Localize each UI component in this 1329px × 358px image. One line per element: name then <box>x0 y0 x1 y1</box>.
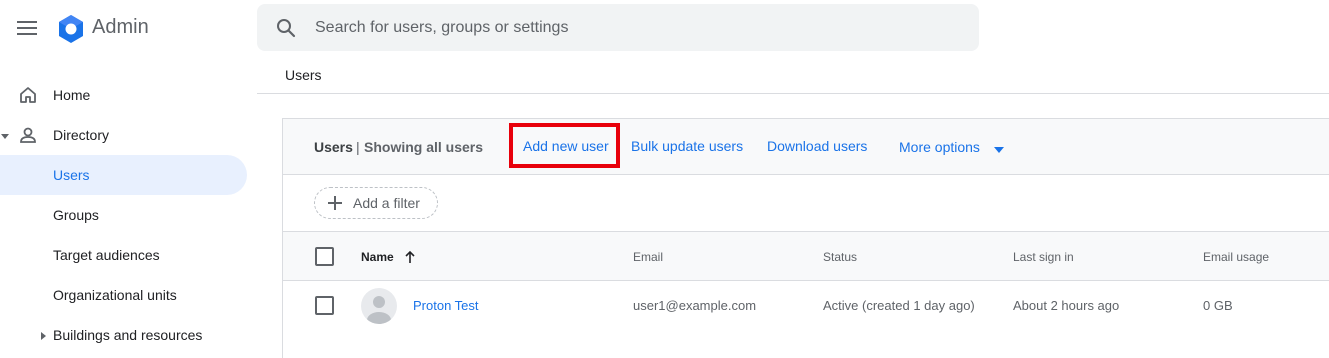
add-filter-label: Add a filter <box>353 195 420 211</box>
sidebar-item-users[interactable]: Users <box>0 155 247 195</box>
sort-ascending-icon[interactable] <box>402 249 418 265</box>
divider <box>257 93 1329 94</box>
more-options-button[interactable]: More options <box>899 139 1004 156</box>
column-header-email[interactable]: Email <box>633 250 663 264</box>
sidebar-item-organizational-units[interactable]: Organizational units <box>0 275 247 315</box>
column-header-last-sign-in[interactable]: Last sign in <box>1013 250 1074 264</box>
column-header-name[interactable]: Name <box>361 250 394 264</box>
admin-logo-icon[interactable] <box>56 14 86 44</box>
users-panel: Users | Showing all users Add new user B… <box>282 118 1329 358</box>
expand-caret-down-icon[interactable] <box>0 129 10 141</box>
hamburger-menu-icon[interactable] <box>12 14 42 42</box>
download-users-button[interactable]: Download users <box>767 138 867 154</box>
table-header: Name Email Status Last sign in Email usa… <box>283 232 1329 281</box>
column-header-status[interactable]: Status <box>823 250 857 264</box>
panel-header: Users | Showing all users Add new user B… <box>283 119 1329 175</box>
avatar <box>361 288 397 324</box>
plus-icon <box>327 195 343 211</box>
filter-row: Add a filter <box>283 175 1329 232</box>
sidebar-item-groups[interactable]: Groups <box>0 195 247 235</box>
user-email-usage: 0 GB <box>1203 298 1233 313</box>
column-header-email-usage[interactable]: Email usage <box>1203 250 1269 264</box>
user-name-link[interactable]: Proton Test <box>413 298 479 313</box>
sidebar-item-buildings-and-resources[interactable]: Buildings and resources <box>0 315 247 355</box>
add-filter-button[interactable]: Add a filter <box>314 187 438 219</box>
sidebar-item-label: Buildings and resources <box>53 327 203 343</box>
sidebar-item-label: Directory <box>53 127 110 143</box>
panel-title: Users <box>314 139 353 155</box>
sidebar-item-label: Users <box>53 167 90 183</box>
search-icon <box>275 17 297 39</box>
row-checkbox[interactable] <box>315 296 334 315</box>
sidebar-item-label: Organizational units <box>53 287 177 303</box>
title-separator: | <box>356 139 360 155</box>
breadcrumb: Users <box>285 67 322 83</box>
select-all-checkbox[interactable] <box>315 247 334 266</box>
sidebar-item-home[interactable]: Home <box>0 75 247 115</box>
search-bar[interactable] <box>257 4 979 51</box>
user-status: Active (created 1 day ago) <box>823 298 975 313</box>
dropdown-arrow-icon <box>993 140 1004 156</box>
top-bar: Admin <box>0 0 1329 56</box>
user-last-sign-in: About 2 hours ago <box>1013 298 1120 313</box>
search-input[interactable] <box>315 18 915 37</box>
bulk-update-users-button[interactable]: Bulk update users <box>631 138 743 154</box>
person-icon <box>18 125 38 145</box>
sidebar-item-target-audiences[interactable]: Target audiences <box>0 235 247 275</box>
table-row[interactable]: Proton Test user1@example.com Active (cr… <box>283 281 1329 331</box>
app-title: Admin <box>92 16 149 38</box>
more-options-label: More options <box>899 139 980 155</box>
panel-subtitle: Showing all users <box>364 139 484 155</box>
home-icon <box>18 85 38 105</box>
user-email: user1@example.com <box>633 298 757 313</box>
sidebar-item-label: Home <box>53 87 91 103</box>
sidebar-item-label: Target audiences <box>53 247 160 263</box>
expand-caret-right-icon[interactable] <box>38 329 48 341</box>
sidebar-item-directory[interactable]: Directory <box>0 115 247 155</box>
sidebar-item-label: Groups <box>53 207 99 223</box>
add-new-user-button[interactable]: Add new user <box>523 138 609 154</box>
